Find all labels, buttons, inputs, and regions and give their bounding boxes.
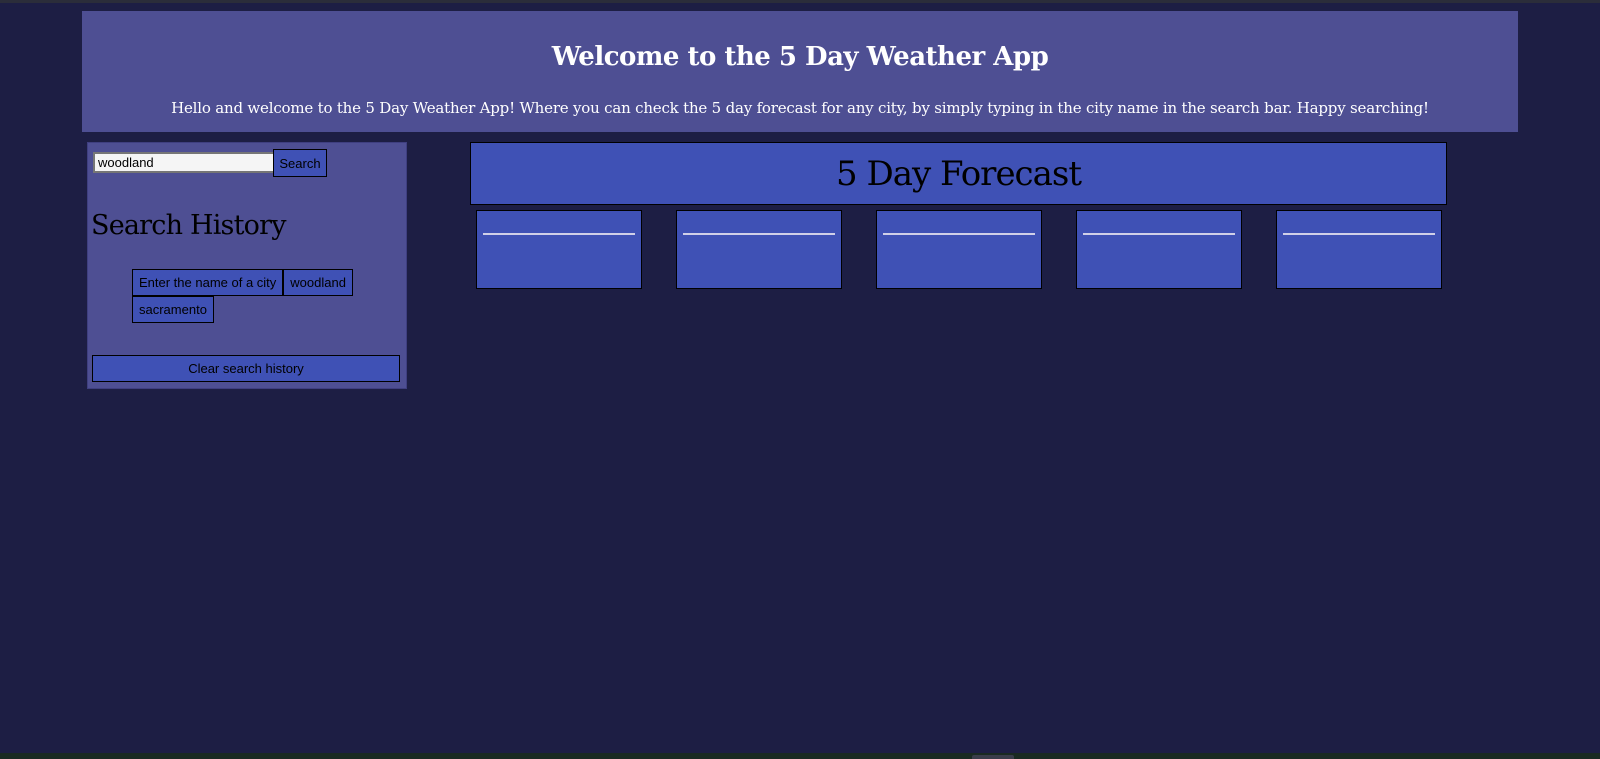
window-top-edge <box>0 0 1600 3</box>
search-sidebar: Search Search History Enter the name of … <box>87 142 407 389</box>
app-header: Welcome to the 5 Day Weather App Hello a… <box>82 11 1518 132</box>
search-button[interactable]: Search <box>273 149 327 177</box>
forecast-cards <box>476 210 1442 289</box>
forecast-card-day-1 <box>476 210 642 289</box>
forecast-header: 5 Day Forecast <box>470 142 1447 205</box>
search-history-list: Enter the name of a city woodland sacram… <box>132 269 372 323</box>
card-divider <box>883 233 1035 235</box>
history-row: Enter the name of a city woodland <box>132 269 372 296</box>
window-bottom-edge <box>0 753 1600 759</box>
history-row: sacramento <box>132 296 372 323</box>
search-history-title: Search History <box>91 210 286 241</box>
card-divider <box>683 233 835 235</box>
window-bottom-tab <box>972 755 1014 759</box>
welcome-text: Hello and welcome to the 5 Day Weather A… <box>171 99 1429 117</box>
history-item-button[interactable]: sacramento <box>132 296 214 323</box>
card-divider <box>483 233 635 235</box>
history-item-button[interactable]: Enter the name of a city <box>132 269 284 296</box>
clear-history-button[interactable]: Clear search history <box>92 355 400 382</box>
page-title: Welcome to the 5 Day Weather App <box>551 42 1049 72</box>
card-divider <box>1083 233 1235 235</box>
forecast-card-day-5 <box>1276 210 1442 289</box>
forecast-card-day-3 <box>876 210 1042 289</box>
forecast-card-day-2 <box>676 210 842 289</box>
forecast-title: 5 Day Forecast <box>836 153 1082 194</box>
city-search-input[interactable] <box>93 152 275 173</box>
forecast-card-day-4 <box>1076 210 1242 289</box>
history-item-button[interactable]: woodland <box>283 269 353 296</box>
card-divider <box>1283 233 1435 235</box>
